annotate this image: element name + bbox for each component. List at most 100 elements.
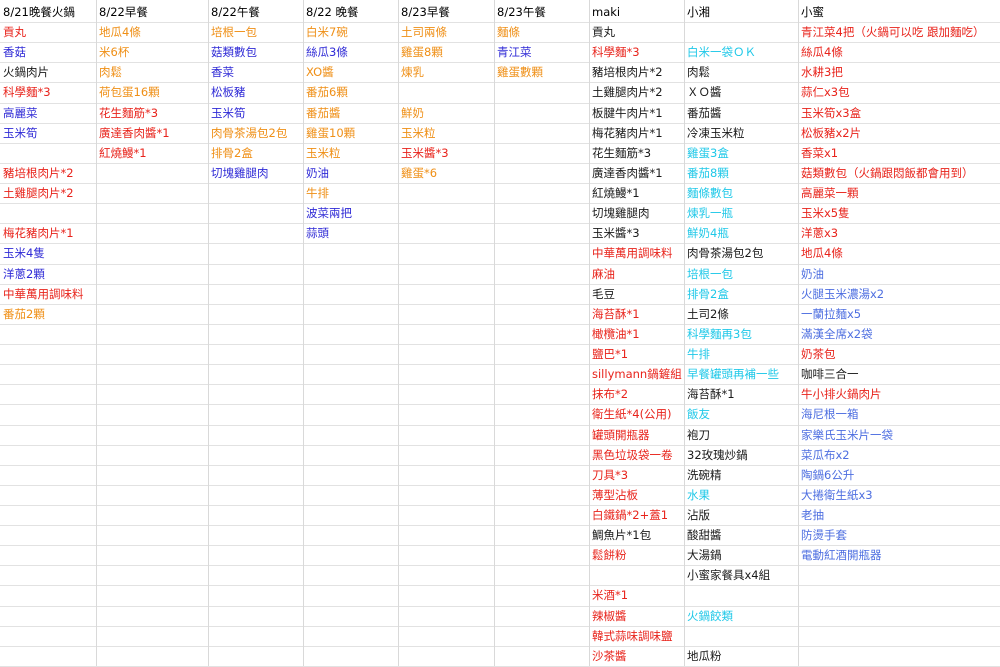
table-cell[interactable]: 衛生紙*4(公用): [589, 404, 684, 424]
column-header[interactable]: 8/23早餐: [398, 2, 494, 22]
table-cell[interactable]: 豬培根肉片*2: [0, 163, 96, 183]
table-cell[interactable]: 貢丸: [0, 22, 96, 42]
table-cell[interactable]: 鬆餅粉: [589, 545, 684, 565]
table-cell[interactable]: 地瓜粉: [684, 646, 798, 666]
table-cell[interactable]: 菇類數包（火鍋跟悶飯都會用到）: [798, 163, 1000, 183]
table-cell[interactable]: [589, 565, 684, 585]
table-cell[interactable]: 雞蛋3盒: [684, 143, 798, 163]
table-cell[interactable]: 玉米筍: [208, 103, 303, 123]
table-cell[interactable]: 香菜x1: [798, 143, 1000, 163]
table-cell[interactable]: 火腿玉米濃湯x2: [798, 284, 1000, 304]
table-cell[interactable]: 雞蛋*6: [398, 163, 494, 183]
column-header[interactable]: 8/22午餐: [208, 2, 303, 22]
table-cell[interactable]: 雞蛋10顆: [303, 123, 398, 143]
table-cell[interactable]: 米6杯: [96, 42, 208, 62]
table-cell[interactable]: 土雞腿肉片*2: [0, 183, 96, 203]
table-cell[interactable]: 玉米醬*3: [589, 223, 684, 243]
table-cell[interactable]: 培根一包: [684, 264, 798, 284]
column-header[interactable]: 8/21晚餐火鍋: [0, 2, 96, 22]
table-cell[interactable]: 菇類數包: [208, 42, 303, 62]
table-cell[interactable]: 白米一袋ＯＫ: [684, 42, 798, 62]
table-cell[interactable]: 地瓜4條: [798, 243, 1000, 263]
table-cell[interactable]: XO醬: [303, 62, 398, 82]
column-header[interactable]: 小蜜: [798, 2, 1000, 22]
table-cell[interactable]: 香菇: [0, 42, 96, 62]
table-cell[interactable]: 大湯鍋: [684, 545, 798, 565]
table-cell[interactable]: 飯友: [684, 404, 798, 424]
table-cell[interactable]: 絲瓜3條: [303, 42, 398, 62]
table-cell[interactable]: 奶油: [303, 163, 398, 183]
table-cell[interactable]: [684, 22, 798, 42]
table-cell[interactable]: 玉米醬*3: [398, 143, 494, 163]
table-cell[interactable]: 玉米粒: [398, 123, 494, 143]
table-cell[interactable]: 中華萬用調味料: [589, 243, 684, 263]
table-cell[interactable]: 韓式蒜味調味鹽: [589, 626, 684, 646]
column-header[interactable]: 8/22早餐: [96, 2, 208, 22]
table-cell[interactable]: 番茄6顆: [303, 82, 398, 102]
table-cell[interactable]: 玉米粒: [303, 143, 398, 163]
table-cell[interactable]: 紅燒鰻*1: [96, 143, 208, 163]
table-cell[interactable]: 松板豬x2片: [798, 123, 1000, 143]
column-header[interactable]: 8/22 晚餐: [303, 2, 398, 22]
table-cell[interactable]: 32玫瑰炒鍋: [684, 445, 798, 465]
table-cell[interactable]: 番茄醬: [684, 103, 798, 123]
table-cell[interactable]: 電動紅酒開瓶器: [798, 545, 1000, 565]
table-cell[interactable]: 毛豆: [589, 284, 684, 304]
table-cell[interactable]: 科學麵*3: [589, 42, 684, 62]
table-cell[interactable]: 防燙手套: [798, 525, 1000, 545]
table-cell[interactable]: 松板豬: [208, 82, 303, 102]
table-cell[interactable]: 番茄醬: [303, 103, 398, 123]
table-cell[interactable]: 刀具*3: [589, 465, 684, 485]
table-cell[interactable]: 水果: [684, 485, 798, 505]
table-cell[interactable]: 雞蛋8顆: [398, 42, 494, 62]
table-cell[interactable]: 香菜: [208, 62, 303, 82]
table-cell[interactable]: 蒜頭: [303, 223, 398, 243]
table-cell[interactable]: 麵條數包: [684, 183, 798, 203]
table-cell[interactable]: 中華萬用調味料: [0, 284, 96, 304]
table-cell[interactable]: 水耕3把: [798, 62, 1000, 82]
table-cell[interactable]: 一蘭拉麵x5: [798, 304, 1000, 324]
column-header[interactable]: 小湘: [684, 2, 798, 22]
column-header[interactable]: 8/23午餐: [494, 2, 589, 22]
table-cell[interactable]: 排骨2盒: [208, 143, 303, 163]
table-cell[interactable]: 玉米筍x3盒: [798, 103, 1000, 123]
table-cell[interactable]: 陶鍋6公升: [798, 465, 1000, 485]
table-cell[interactable]: 罐頭開瓶器: [589, 425, 684, 445]
table-cell[interactable]: 絲瓜4條: [798, 42, 1000, 62]
table-cell[interactable]: 鮮奶: [398, 103, 494, 123]
table-cell[interactable]: 高麗菜一顆: [798, 183, 1000, 203]
table-cell[interactable]: 白米7碗: [303, 22, 398, 42]
table-cell[interactable]: 早餐罐頭再補一些: [684, 364, 798, 384]
table-cell[interactable]: [0, 203, 96, 223]
table-cell[interactable]: 梅花豬肉片*1: [0, 223, 96, 243]
table-cell[interactable]: 番茄8顆: [684, 163, 798, 183]
table-cell[interactable]: 土司兩條: [398, 22, 494, 42]
table-cell[interactable]: 梅花豬肉片*1: [589, 123, 684, 143]
table-cell[interactable]: [0, 143, 96, 163]
table-cell[interactable]: 切塊雞腿肉: [208, 163, 303, 183]
table-cell[interactable]: 鯛魚片*1包: [589, 525, 684, 545]
table-cell[interactable]: 玉米4隻: [0, 243, 96, 263]
table-cell[interactable]: ＸＯ醬: [684, 82, 798, 102]
table-cell[interactable]: 牛小排火鍋肉片: [798, 384, 1000, 404]
table-cell[interactable]: 洋蔥2顆: [0, 264, 96, 284]
table-cell[interactable]: 豬培根肉片*2: [589, 62, 684, 82]
table-cell[interactable]: 切塊雞腿肉: [589, 203, 684, 223]
table-cell[interactable]: 科學麵*3: [0, 82, 96, 102]
table-cell[interactable]: 洋蔥x3: [798, 223, 1000, 243]
table-cell[interactable]: 冷凍玉米粒: [684, 123, 798, 143]
table-cell[interactable]: 酸甜醬: [684, 525, 798, 545]
table-cell[interactable]: 奶油: [798, 264, 1000, 284]
table-cell[interactable]: [684, 585, 798, 605]
table-cell[interactable]: 袍刀: [684, 425, 798, 445]
table-cell[interactable]: 高麗菜: [0, 103, 96, 123]
table-cell[interactable]: 麻油: [589, 264, 684, 284]
table-cell[interactable]: 橄欖油*1: [589, 324, 684, 344]
table-cell[interactable]: 培根一包: [208, 22, 303, 42]
table-cell[interactable]: 玉米筍: [0, 123, 96, 143]
table-cell[interactable]: 雞蛋數顆: [494, 62, 589, 82]
table-cell[interactable]: 蒜仁x3包: [798, 82, 1000, 102]
table-cell[interactable]: 廣達香肉醬*1: [589, 163, 684, 183]
table-cell[interactable]: 抹布*2: [589, 384, 684, 404]
table-cell[interactable]: 牛排: [684, 344, 798, 364]
